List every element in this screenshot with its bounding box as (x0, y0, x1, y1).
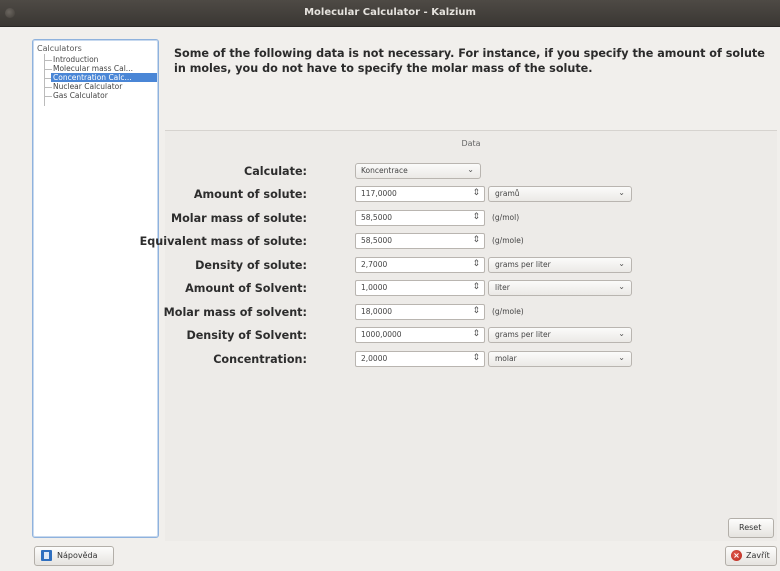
updown-arrows-icon[interactable]: ⇕ (472, 306, 480, 316)
value-spinbox[interactable]: 2,7000 ⇕ (355, 256, 485, 273)
field-row: Density of solute: 2,7000 ⇕ grams per liter… (165, 256, 777, 275)
kalzium-window: Molecular Calculator - Kalzium Calculato… (0, 0, 780, 571)
window-title: Molecular Calculator - Kalzium (304, 7, 476, 18)
field-label: Molar mass of solvent: (163, 305, 307, 319)
reset-label: Reset (739, 523, 762, 532)
unit-label: (g/mole) (492, 236, 524, 245)
field-label: Molar mass of solute: (170, 211, 307, 225)
updown-arrows-icon[interactable]: ⇕ (472, 235, 480, 245)
value-spinbox[interactable]: 58,5000 ⇕ (355, 233, 485, 249)
unit-dropdown[interactable]: molar ⌄ (488, 350, 632, 367)
unit-label: (g/mol) (492, 212, 520, 222)
unit-value: grams per liter (495, 259, 551, 269)
field-row: Concentration: 2,0000 ⇕ molar ⌄ (165, 350, 777, 369)
value-spinbox[interactable]: 18,0000 ⇕ (355, 303, 485, 320)
chevron-down-icon: ⌄ (467, 165, 474, 174)
field-row: Molar mass of solvent: 18,0000 ⇕ (g/mole) (163, 303, 777, 322)
updown-arrows-icon[interactable]: ⇕ (472, 259, 480, 269)
field-label: Amount of solute: (193, 188, 307, 201)
spinbox-value: 2,0000 (361, 353, 388, 363)
spinbox-value: 58,5000 (361, 236, 393, 245)
calculators-tree[interactable]: Calculators Introduction Molecular mass … (32, 39, 159, 538)
chevron-down-icon: ⌄ (618, 352, 625, 362)
unit-dropdown[interactable]: grams per liter ⌄ (488, 256, 632, 273)
tree-branch (44, 60, 52, 61)
spinbox-value: 1000,0000 (361, 330, 402, 339)
spinbox-value: 1,0000 (361, 283, 388, 292)
chevron-down-icon: ⌄ (618, 258, 625, 268)
spinbox-value: 117,0000 (361, 189, 397, 198)
unit-value: gramů (495, 189, 520, 198)
tree-branch (44, 69, 52, 70)
close-label: Zavřít (746, 551, 770, 560)
unit-value: molar (495, 353, 517, 363)
help-book-icon (41, 550, 52, 561)
unit-value: liter (495, 283, 510, 292)
close-icon: × (731, 550, 742, 561)
chevron-down-icon: ⌄ (618, 188, 625, 197)
field-row: Amount of solute: 117,0000 ⇕ gramů ⌄ (165, 186, 777, 204)
unit-dropdown[interactable]: liter ⌄ (488, 280, 632, 296)
value-spinbox[interactable]: 1,0000 ⇕ (355, 280, 485, 296)
tree-branch (44, 87, 52, 88)
help-button[interactable]: Nápověda (34, 546, 114, 566)
calculate-row: Calculate: Koncentrace ⌄ (165, 163, 777, 181)
value-spinbox[interactable]: 117,0000 ⇕ (355, 186, 485, 202)
tree-item-molecular-mass[interactable]: Molecular mass Cal... (53, 64, 153, 73)
field-label: Concentration: (213, 352, 307, 366)
value-spinbox[interactable]: 2,0000 ⇕ (355, 350, 485, 367)
field-label: Amount of Solvent: (185, 282, 307, 295)
field-row: Equivalent mass of solute: 58,5000 ⇕ (g/mol… (140, 233, 777, 251)
unit-dropdown[interactable]: gramů ⌄ (488, 186, 632, 202)
tree-item-gas[interactable]: Gas Calculator (53, 91, 153, 100)
updown-arrows-icon[interactable]: ⇕ (472, 188, 480, 198)
spinbox-value: 18,0000 (361, 306, 393, 316)
calculate-label: Calculate: (244, 165, 307, 178)
close-button[interactable]: × Zavřít (725, 546, 777, 566)
updown-arrows-icon[interactable]: ⇕ (472, 353, 480, 363)
updown-arrows-icon[interactable]: ⇕ (472, 212, 480, 222)
field-label: Equivalent mass of solute: (139, 235, 307, 248)
tree-item-concentration[interactable]: Concentration Calc... (51, 73, 157, 82)
field-row: Molar mass of solute: 58,5000 ⇕ (g/mol) (165, 209, 777, 228)
updown-arrows-icon[interactable]: ⇕ (472, 282, 480, 292)
chevron-down-icon: ⌄ (618, 282, 625, 291)
value-spinbox[interactable]: 58,5000 ⇕ (355, 209, 485, 226)
unit-dropdown[interactable]: grams per liter ⌄ (488, 327, 632, 343)
tree-line (44, 54, 45, 106)
field-label: Density of solute: (195, 258, 307, 272)
tree-item-introduction[interactable]: Introduction (53, 55, 153, 64)
field-row: Amount of Solvent: 1,0000 ⇕ liter ⌄ (165, 280, 777, 298)
data-group-label: Data (461, 139, 481, 148)
unit-value: grams per liter (495, 330, 551, 339)
tree-branch (44, 96, 52, 97)
tree-item-nuclear[interactable]: Nuclear Calculator (53, 82, 153, 91)
spinbox-value: 58,5000 (361, 212, 393, 222)
field-row: Density of Solvent: 1000,0000 ⇕ grams per l… (165, 327, 777, 345)
value-spinbox[interactable]: 1000,0000 ⇕ (355, 327, 485, 343)
spinbox-value: 2,7000 (361, 259, 388, 269)
chevron-down-icon: ⌄ (618, 329, 625, 338)
field-label: Density of Solvent: (186, 329, 307, 342)
tree-root-calculators[interactable]: Calculators (37, 44, 82, 53)
updown-arrows-icon[interactable]: ⇕ (472, 329, 480, 339)
data-groupbox: Data Calculate: Koncentrace ⌄ Amount of … (140, 130, 777, 541)
reset-button[interactable]: Reset (728, 518, 774, 538)
description-text: Some of the following data is not necess… (174, 47, 765, 75)
calculate-dropdown[interactable]: Koncentrace ⌄ (355, 163, 481, 179)
title-bar: Molecular Calculator - Kalzium (0, 0, 780, 27)
unit-label: (g/mole) (492, 306, 524, 316)
calculate-value: Koncentrace (361, 166, 408, 175)
help-label: Nápověda (57, 551, 98, 560)
